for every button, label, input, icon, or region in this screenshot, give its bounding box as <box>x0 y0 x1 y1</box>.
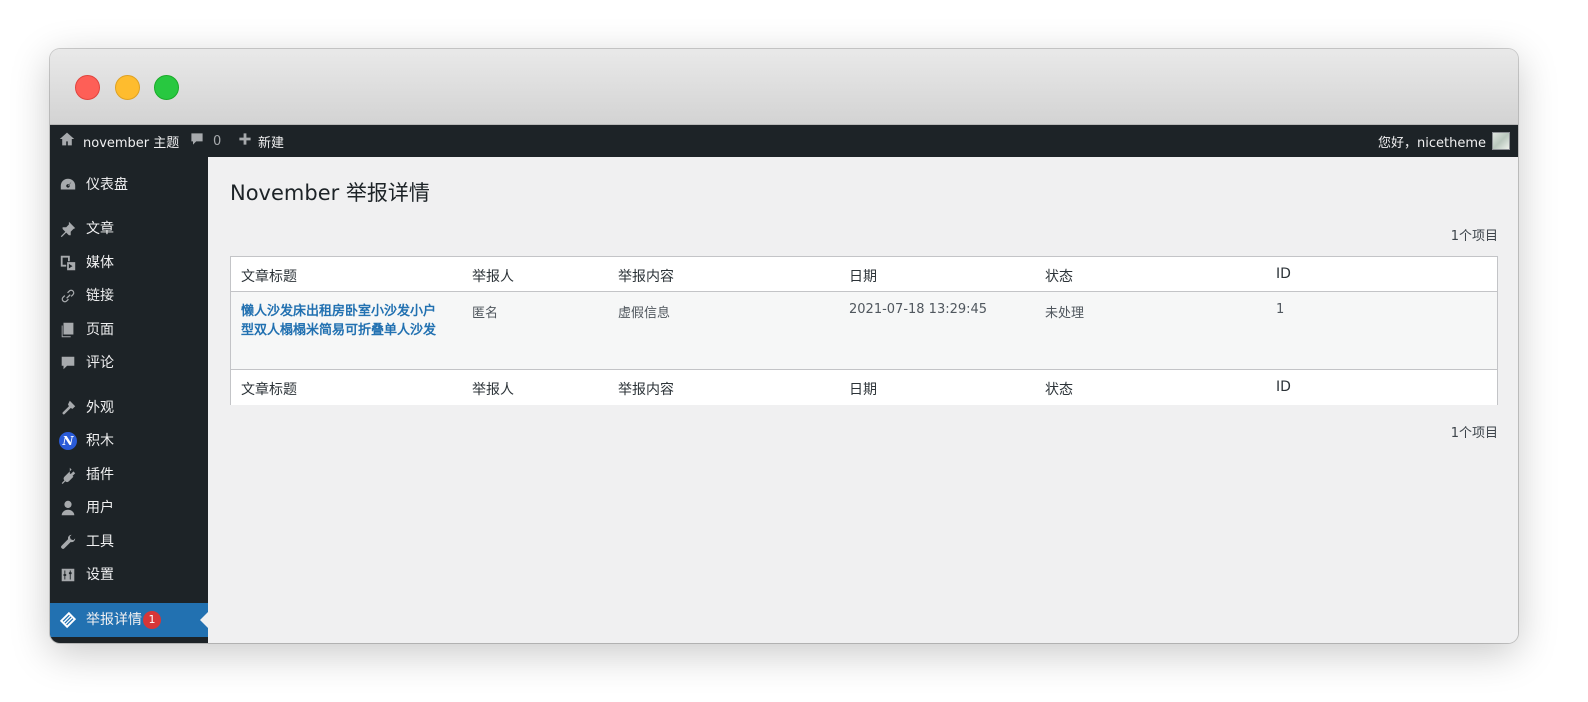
column-footer-id[interactable]: ID <box>1276 379 1291 395</box>
sidebar-item-label: 设置 <box>86 567 114 583</box>
my-account-link[interactable]: 您好，nicetheme <box>1378 125 1510 157</box>
column-header-id[interactable]: ID <box>1276 266 1291 282</box>
admin-sidebar: 仪表盘 文章 媒体 链接 页面 评论 外观 N 积木 插件 用户 工具 设置 举… <box>50 157 208 643</box>
sidebar-item-posts[interactable]: 文章 <box>50 212 208 246</box>
sidebar-item-comments[interactable]: 评论 <box>50 346 208 380</box>
site-home-link[interactable]: november 主题 <box>59 125 179 157</box>
status-cell: 未处理 <box>1045 306 1085 321</box>
sidebar-item-media[interactable]: 媒体 <box>50 246 208 280</box>
sidebar-item-dashboard[interactable]: 仪表盘 <box>50 168 208 202</box>
sidebar-item-tools[interactable]: 工具 <box>50 525 208 559</box>
sidebar-item-label: 插件 <box>86 467 114 483</box>
sidebar-item-label: 媒体 <box>86 255 114 271</box>
sidebar-item-label: 外观 <box>86 400 114 416</box>
home-icon <box>59 131 75 151</box>
item-count-top: 1个项目 <box>1450 229 1498 244</box>
report-icon <box>59 611 77 629</box>
post-title-link[interactable]: 懒人沙发床出租房卧室小沙发小户 型双人榻榻米简易可折叠单人沙发 <box>241 302 456 340</box>
sidebar-item-nicetheme[interactable]: N 积木 <box>50 424 208 458</box>
new-label: 新建 <box>258 135 285 151</box>
sidebar-item-settings[interactable]: 设置 <box>50 558 208 592</box>
nicetheme-icon: N <box>59 432 77 450</box>
wrench-icon <box>59 533 77 551</box>
column-header-date[interactable]: 日期 <box>849 266 877 286</box>
dashboard-icon <box>59 176 77 194</box>
sidebar-item-label: 文章 <box>86 221 114 237</box>
sidebar-item-plugins[interactable]: 插件 <box>50 458 208 492</box>
sidebar-item-pages[interactable]: 页面 <box>50 313 208 347</box>
item-count-bottom: 1个项目 <box>1450 426 1498 441</box>
report-content-cell: 虚假信息 <box>618 306 671 321</box>
sidebar-item-appearance[interactable]: 外观 <box>50 391 208 425</box>
column-footer-title[interactable]: 文章标题 <box>241 379 297 399</box>
sidebar-item-links[interactable]: 链接 <box>50 279 208 313</box>
minimize-window-button[interactable] <box>115 75 140 100</box>
admin-bar: november 主题 0 新建 您好，nicetheme <box>50 125 1518 157</box>
avatar <box>1492 132 1510 150</box>
user-icon <box>59 499 77 517</box>
pages-icon <box>59 321 77 339</box>
site-name: november 主题 <box>83 135 180 151</box>
pin-icon <box>59 220 77 238</box>
sidebar-item-label: 用户 <box>86 500 114 516</box>
column-footer-reporter[interactable]: 举报人 <box>472 379 514 399</box>
new-content-link[interactable]: 新建 <box>238 125 284 157</box>
main-content: November 举报详情 1个项目 文章标题 举报人 举报内容 日期 状态 I… <box>208 157 1518 643</box>
sidebar-item-report-details[interactable]: 举报详情 1 <box>50 603 208 637</box>
sidebar-item-label: 仪表盘 <box>86 177 128 193</box>
window-titlebar <box>50 49 1518 125</box>
media-icon <box>59 254 77 272</box>
table-header: 文章标题 举报人 举报内容 日期 状态 ID <box>231 257 1497 292</box>
link-icon <box>59 287 77 305</box>
table-row: 懒人沙发床出租房卧室小沙发小户 型双人榻榻米简易可折叠单人沙发 匿名 虚假信息 … <box>231 292 1497 370</box>
sidebar-item-label: 链接 <box>86 288 114 304</box>
sidebar-item-label: 积木 <box>86 433 114 449</box>
table-footer: 文章标题 举报人 举报内容 日期 状态 ID <box>231 370 1497 405</box>
settings-icon <box>59 566 77 584</box>
comment-bubble-icon <box>189 131 205 151</box>
id-cell: 1 <box>1276 302 1285 317</box>
browser-window: november 主题 0 新建 您好，nicetheme 仪表盘 文章 媒体 … <box>50 49 1518 643</box>
column-header-reporter[interactable]: 举报人 <box>472 266 514 286</box>
sidebar-item-label: 评论 <box>86 355 114 371</box>
comment-icon <box>59 354 77 372</box>
sidebar-item-label: 工具 <box>86 534 114 550</box>
close-window-button[interactable] <box>75 75 100 100</box>
sidebar-item-label: 页面 <box>86 322 114 338</box>
column-header-title[interactable]: 文章标题 <box>241 266 297 286</box>
post-title-line-1: 懒人沙发床出租房卧室小沙发小户 <box>241 304 437 319</box>
report-table: 文章标题 举报人 举报内容 日期 状态 ID 懒人沙发床出租房卧室小沙发小户 型… <box>230 256 1498 405</box>
column-footer-content[interactable]: 举报内容 <box>618 379 674 399</box>
post-title-line-2: 型双人榻榻米简易可折叠单人沙发 <box>241 323 437 338</box>
plus-icon <box>238 132 252 150</box>
sidebar-item-label: 举报详情 <box>86 612 142 628</box>
comments-link[interactable]: 0 <box>189 125 221 157</box>
notification-badge: 1 <box>143 611 161 629</box>
greeting-text: 您好，nicetheme <box>1378 135 1486 151</box>
date-cell: 2021-07-18 13:29:45 <box>849 302 988 317</box>
sidebar-item-users[interactable]: 用户 <box>50 491 208 525</box>
column-footer-date[interactable]: 日期 <box>849 379 877 399</box>
reporter-cell: 匿名 <box>472 306 499 321</box>
column-header-status[interactable]: 状态 <box>1045 266 1073 286</box>
plugin-icon <box>59 466 77 484</box>
column-footer-status[interactable]: 状态 <box>1045 379 1073 399</box>
appearance-icon <box>59 399 77 417</box>
maximize-window-button[interactable] <box>154 75 179 100</box>
column-header-content[interactable]: 举报内容 <box>618 266 674 286</box>
comments-count: 0 <box>213 133 222 149</box>
page-title: November 举报详情 <box>230 181 430 205</box>
